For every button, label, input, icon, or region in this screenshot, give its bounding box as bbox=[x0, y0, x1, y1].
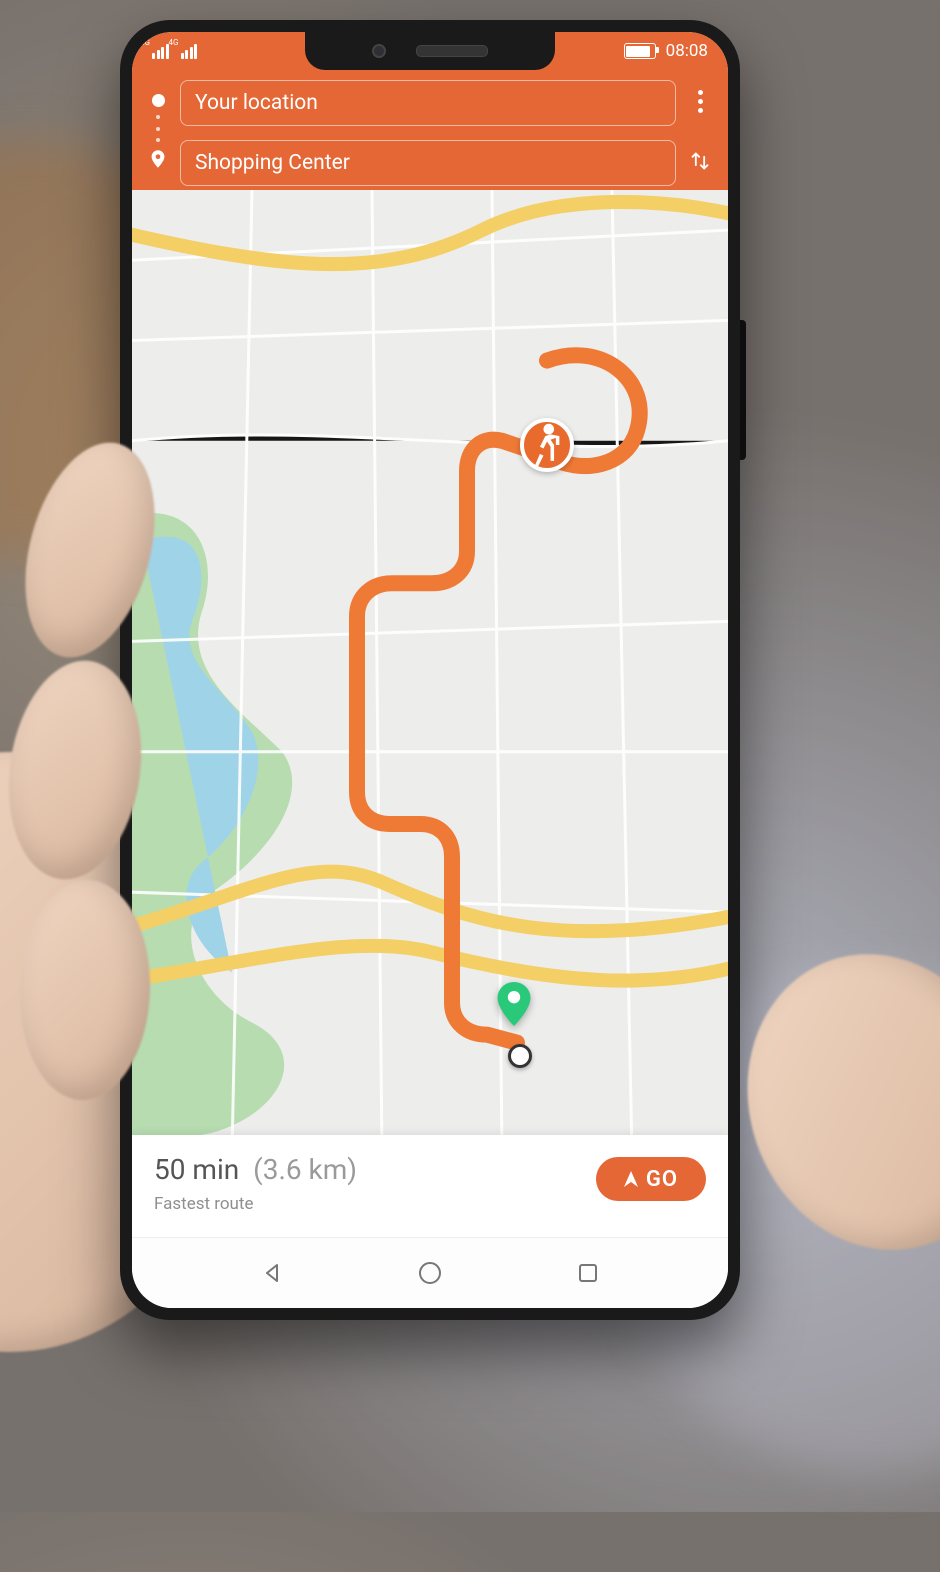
go-button[interactable]: GO bbox=[596, 1157, 706, 1201]
connector-dot-icon bbox=[156, 115, 160, 119]
connector-dot-icon bbox=[156, 138, 160, 142]
square-recent-icon bbox=[577, 1262, 599, 1284]
circle-home-icon bbox=[417, 1260, 443, 1286]
route-time-distance: 50 min (3.6 km) bbox=[154, 1153, 357, 1186]
phone-frame: 08:08 Your location Shopping Center bbox=[120, 20, 740, 1320]
map-svg bbox=[132, 190, 728, 1153]
map-canvas[interactable] bbox=[132, 190, 728, 1153]
route-description: Fastest route bbox=[154, 1194, 357, 1214]
nav-back-button[interactable] bbox=[254, 1255, 290, 1291]
android-nav-bar bbox=[132, 1237, 728, 1308]
more-options-icon[interactable] bbox=[698, 90, 703, 113]
destination-marker-icon[interactable] bbox=[492, 982, 536, 1026]
route-inputs: Your location Shopping Center bbox=[180, 80, 676, 186]
route-duration: 50 min bbox=[154, 1153, 239, 1186]
navigate-arrow-icon bbox=[624, 1171, 638, 1187]
phone-screen: 08:08 Your location Shopping Center bbox=[132, 32, 728, 1308]
walking-mode-icon[interactable] bbox=[520, 418, 574, 472]
signal-icon bbox=[181, 44, 198, 59]
swap-route-icon[interactable] bbox=[690, 150, 710, 176]
route-summary-sheet[interactable]: 50 min (3.6 km) Fastest route GO bbox=[132, 1135, 728, 1238]
route-end-dot-icon bbox=[508, 1044, 532, 1068]
directions-header: Your location Shopping Center bbox=[132, 70, 728, 202]
status-right: 08:08 bbox=[624, 41, 708, 61]
battery-icon bbox=[624, 43, 656, 59]
nav-recent-button[interactable] bbox=[570, 1255, 606, 1291]
route-distance: (3.6 km) bbox=[253, 1153, 357, 1186]
destination-field[interactable]: Shopping Center bbox=[180, 140, 676, 186]
phone-notch bbox=[305, 32, 555, 70]
origin-field[interactable]: Your location bbox=[180, 80, 676, 126]
front-camera-icon bbox=[372, 44, 386, 58]
speaker-grill-icon bbox=[416, 45, 488, 57]
status-left bbox=[152, 44, 197, 59]
signal-icon bbox=[152, 44, 169, 59]
route-info: 50 min (3.6 km) Fastest route bbox=[154, 1153, 357, 1214]
connector-dot-icon bbox=[156, 127, 160, 131]
go-label: GO bbox=[646, 1167, 678, 1192]
header-action-icons bbox=[686, 80, 714, 186]
route-endpoints-icon bbox=[146, 80, 170, 186]
triangle-back-icon bbox=[260, 1261, 284, 1285]
origin-text: Your location bbox=[195, 91, 318, 115]
destination-pin-icon bbox=[151, 150, 165, 172]
status-time: 08:08 bbox=[666, 41, 708, 61]
destination-text: Shopping Center bbox=[195, 151, 350, 175]
nav-home-button[interactable] bbox=[412, 1255, 448, 1291]
origin-dot-icon bbox=[152, 94, 165, 107]
